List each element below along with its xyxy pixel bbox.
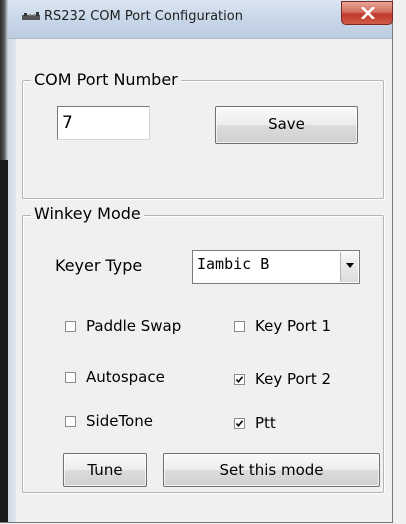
save-button[interactable]: Save bbox=[215, 106, 358, 144]
dialog-window: RS232 COM Port Configuration COM Port Nu… bbox=[0, 0, 393, 523]
dialog-content: COM Port Number Save Winkey Mode Keyer T… bbox=[16, 39, 392, 522]
window-border-lower bbox=[0, 160, 8, 522]
key-port-2-box[interactable] bbox=[234, 373, 245, 385]
ptt-box[interactable] bbox=[234, 417, 245, 429]
keyer-type-value: Iambic B bbox=[197, 255, 270, 273]
close-icon bbox=[361, 7, 375, 19]
set-mode-button-label: Set this mode bbox=[219, 461, 324, 479]
save-button-label: Save bbox=[268, 115, 305, 133]
ptt-label: Ptt bbox=[255, 414, 276, 432]
sidetone-checkbox[interactable]: SideTone bbox=[65, 412, 153, 430]
set-mode-button[interactable]: Set this mode bbox=[163, 453, 380, 487]
com-port-input[interactable] bbox=[57, 106, 150, 140]
chevron-down-icon bbox=[346, 263, 354, 268]
key-port-2-checkbox[interactable]: Key Port 2 bbox=[234, 370, 331, 388]
keyer-type-dropdown-button[interactable] bbox=[340, 252, 358, 282]
key-port-1-box[interactable] bbox=[234, 320, 245, 332]
key-port-2-label: Key Port 2 bbox=[255, 370, 332, 388]
close-button[interactable] bbox=[341, 1, 393, 25]
sidetone-box[interactable] bbox=[65, 415, 76, 427]
ptt-checkbox[interactable]: Ptt bbox=[234, 414, 276, 432]
autospace-checkbox[interactable]: Autospace bbox=[65, 368, 165, 386]
checkmark-icon bbox=[235, 419, 244, 427]
paddle-swap-label: Paddle Swap bbox=[86, 317, 182, 335]
autospace-label: Autospace bbox=[86, 368, 165, 386]
keyer-type-select[interactable]: Iambic B bbox=[192, 250, 360, 284]
sidetone-label: SideTone bbox=[86, 412, 153, 430]
com-port-group-label: COM Port Number bbox=[31, 70, 181, 89]
window-title: RS232 COM Port Configuration bbox=[44, 9, 243, 24]
autospace-box[interactable] bbox=[65, 371, 76, 383]
key-port-1-checkbox[interactable]: Key Port 1 bbox=[234, 317, 331, 335]
checkmark-icon bbox=[235, 375, 244, 383]
winkey-mode-group-label: Winkey Mode bbox=[31, 204, 144, 223]
key-port-1-label: Key Port 1 bbox=[255, 317, 332, 335]
keyer-type-label: Keyer Type bbox=[55, 256, 143, 275]
tune-button[interactable]: Tune bbox=[63, 453, 147, 487]
tune-button-label: Tune bbox=[87, 461, 123, 479]
paddle-swap-checkbox[interactable]: Paddle Swap bbox=[65, 317, 181, 335]
app-icon bbox=[22, 12, 40, 20]
paddle-swap-box[interactable] bbox=[65, 320, 76, 332]
title-bar[interactable]: RS232 COM Port Configuration bbox=[8, 0, 393, 39]
